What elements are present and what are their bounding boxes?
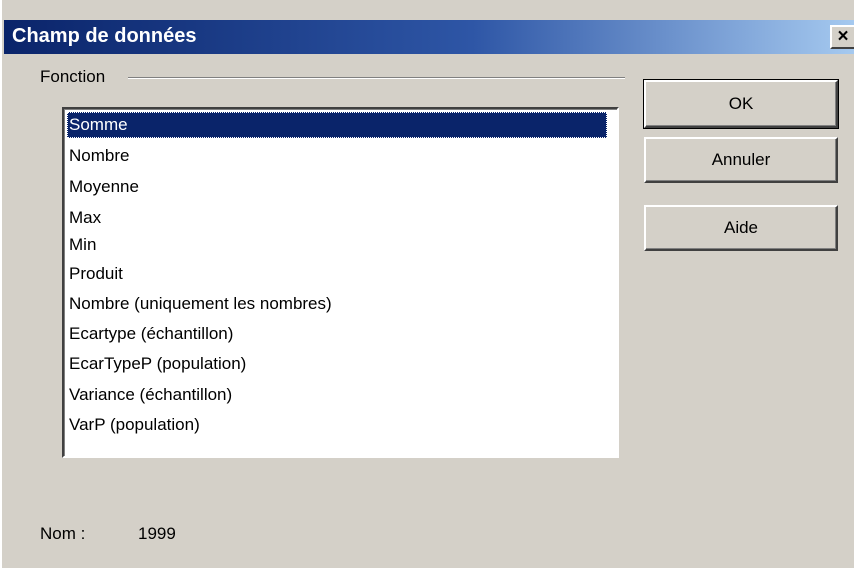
name-value: 1999: [138, 524, 176, 543]
title-bar[interactable]: Champ de données ×: [4, 20, 854, 54]
list-item-max[interactable]: Max: [67, 205, 101, 231]
cancel-button[interactable]: Annuler: [644, 137, 838, 183]
list-item-moyenne[interactable]: Moyenne: [67, 174, 139, 200]
list-item-variance[interactable]: Variance (échantillon): [67, 382, 232, 408]
list-item-min[interactable]: Min: [67, 232, 96, 258]
dialog-window: Champ de données × Fonction Somme Nombre…: [0, 0, 854, 568]
close-button[interactable]: ×: [830, 25, 854, 49]
close-icon: ×: [837, 26, 849, 47]
list-item-produit[interactable]: Produit: [67, 261, 123, 287]
list-item-ecartypep[interactable]: EcarTypeP (population): [67, 351, 246, 377]
group-divider: [128, 77, 625, 79]
function-listbox[interactable]: Somme Nombre Moyenne Max Min Produit Nom…: [62, 107, 619, 458]
list-item-varp[interactable]: VarP (population): [67, 412, 200, 438]
list-item-somme[interactable]: Somme: [67, 112, 607, 138]
dialog-title: Champ de données: [12, 25, 197, 47]
help-button[interactable]: Aide: [644, 205, 838, 251]
ok-button[interactable]: OK: [643, 79, 839, 129]
name-label: Nom :: [40, 524, 86, 543]
list-item-nombre-nombres[interactable]: Nombre (uniquement les nombres): [67, 291, 332, 317]
list-item-ecartype[interactable]: Ecartype (échantillon): [67, 321, 233, 347]
list-item-nombre[interactable]: Nombre: [67, 143, 129, 169]
function-group-label: Fonction: [40, 67, 106, 86]
